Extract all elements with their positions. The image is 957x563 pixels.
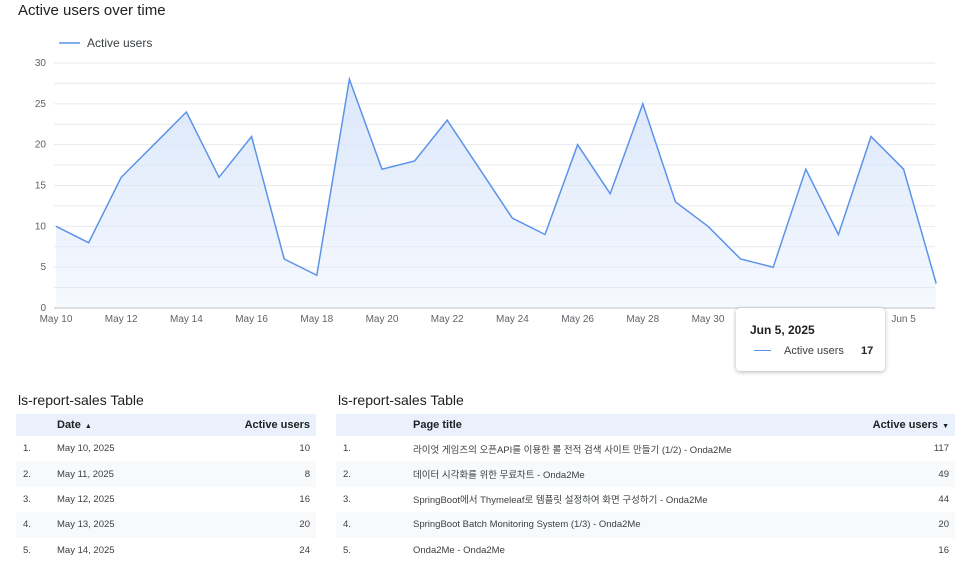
y-tick-label: 5 — [40, 262, 46, 273]
row-users: 49 — [842, 461, 955, 487]
table-row[interactable]: 4. May 13, 2025 20 — [16, 512, 316, 538]
row-users: 20 — [173, 512, 316, 538]
row-date: May 11, 2025 — [56, 461, 174, 487]
row-users: 16 — [299, 493, 310, 505]
row-date: May 13, 2025 — [56, 512, 174, 538]
row-index: 2. — [16, 461, 56, 487]
y-axis-labels: 0 5 10 15 20 25 30 — [35, 58, 47, 314]
x-tick-label: May 22 — [431, 314, 464, 325]
row-users: 10 — [299, 443, 310, 455]
row-page-title: SpringBoot Batch Monitoring System (1/3)… — [412, 512, 843, 538]
tooltip-date: Jun 5, 2025 — [750, 323, 815, 337]
table-row[interactable]: 1. 라이엇 게임즈의 오픈API를 이용한 롤 전적 검색 사이트 만들기 (1… — [336, 436, 955, 461]
x-tick-label: May 10 — [40, 314, 73, 325]
row-index: 4. — [16, 512, 56, 538]
column-header-page-title[interactable]: Page title — [412, 414, 843, 436]
row-date: May 12, 2025 — [57, 493, 115, 505]
x-tick-label: May 12 — [105, 314, 138, 325]
row-index: 1. — [23, 443, 31, 455]
row-index: 3. — [343, 493, 351, 505]
active-users-chart: 0 5 10 15 20 25 30 May 10 May 12 May 14 May 16 May… — [35, 36, 937, 325]
tooltip-series-name: Active users — [784, 345, 844, 357]
tooltip-series-swatch — [754, 350, 771, 351]
row-users: 24 — [299, 544, 310, 556]
table-row[interactable]: 2. May 11, 2025 8 — [16, 461, 316, 487]
column-header-active-users[interactable]: Active users — [173, 414, 316, 436]
x-tick-label: May 14 — [170, 314, 203, 325]
row-index: 4. — [336, 512, 412, 538]
row-page-title: 데이터 시각화를 위한 무료차트 - Onda2Me — [412, 461, 843, 487]
x-tick-label: May 18 — [300, 314, 333, 325]
legend-label: Active users — [87, 36, 152, 50]
row-index: 1. — [343, 443, 351, 455]
x-tick-label: May 28 — [626, 314, 659, 325]
row-date: May 14, 2025 — [57, 544, 115, 556]
page-title-users-table: Page title Active users ▼ 1. 라이엇 게임즈의 오픈AP… — [336, 414, 955, 563]
x-tick-label: May 16 — [235, 314, 268, 325]
row-index: 2. — [336, 461, 412, 487]
x-tick-label: May 24 — [496, 314, 529, 325]
row-users: 20 — [842, 512, 955, 538]
row-page-title: SpringBoot에서 Thymeleaf로 템플릿 설정하여 화면 구성하기… — [413, 495, 708, 507]
chart-tooltip: Jun 5, 2025 Active users 17 — [736, 308, 885, 371]
table-row[interactable]: 3. SpringBoot에서 Thymeleaf로 템플릿 설정하여 화면 구성… — [336, 487, 955, 512]
y-tick-label: 20 — [35, 140, 47, 151]
x-tick-label: May 26 — [561, 314, 594, 325]
row-users: 8 — [173, 461, 316, 487]
x-tick-label: May 20 — [366, 314, 399, 325]
y-tick-label: 0 — [40, 303, 46, 314]
table-row[interactable]: 5. Onda2Me - Onda2Me 16 — [336, 538, 955, 563]
y-tick-label: 15 — [35, 181, 47, 192]
row-index: 5. — [23, 544, 31, 556]
column-header-active-users[interactable]: Active users ▼ — [842, 414, 955, 436]
table-row[interactable]: 2. 데이터 시각화를 위한 무료차트 - Onda2Me 49 — [336, 461, 955, 487]
tooltip-value: 17 — [861, 345, 874, 357]
table-row[interactable]: 4. SpringBoot Batch Monitoring System (1/… — [336, 512, 955, 538]
row-page-title: 라이엇 게임즈의 오픈API를 이용한 롤 전적 검색 사이트 만들기 (1/2… — [413, 444, 732, 456]
row-date: May 10, 2025 — [57, 443, 115, 455]
row-page-title: Onda2Me - Onda2Me — [413, 544, 505, 556]
row-index: 3. — [23, 493, 31, 505]
table-row[interactable]: 3. May 12, 2025 16 — [16, 487, 316, 512]
y-tick-label: 30 — [35, 58, 47, 69]
sort-descending-icon[interactable]: ▼ — [942, 423, 949, 430]
row-index: 5. — [343, 544, 351, 556]
date-users-table: Date ▲ Active users 1. May 10, 2025 10 2. Ma… — [16, 414, 316, 563]
row-users: 44 — [938, 493, 949, 505]
y-tick-label: 10 — [35, 221, 47, 232]
table2-title: ls-report-sales Table — [338, 392, 464, 408]
x-tick-label: May 30 — [692, 314, 725, 325]
x-tick-label: Jun 5 — [891, 314, 916, 325]
column-header-date[interactable]: Date ▲ — [56, 414, 174, 436]
table1-title: ls-report-sales Table — [18, 392, 144, 408]
table-row[interactable]: 5. May 14, 2025 24 — [16, 538, 316, 563]
y-tick-label: 25 — [35, 99, 47, 110]
table-row[interactable]: 1. May 10, 2025 10 — [16, 436, 316, 461]
row-users: 16 — [938, 544, 949, 556]
row-users: 117 — [933, 443, 949, 455]
sort-ascending-icon[interactable]: ▲ — [85, 423, 92, 430]
legend[interactable]: Active users — [59, 36, 152, 50]
